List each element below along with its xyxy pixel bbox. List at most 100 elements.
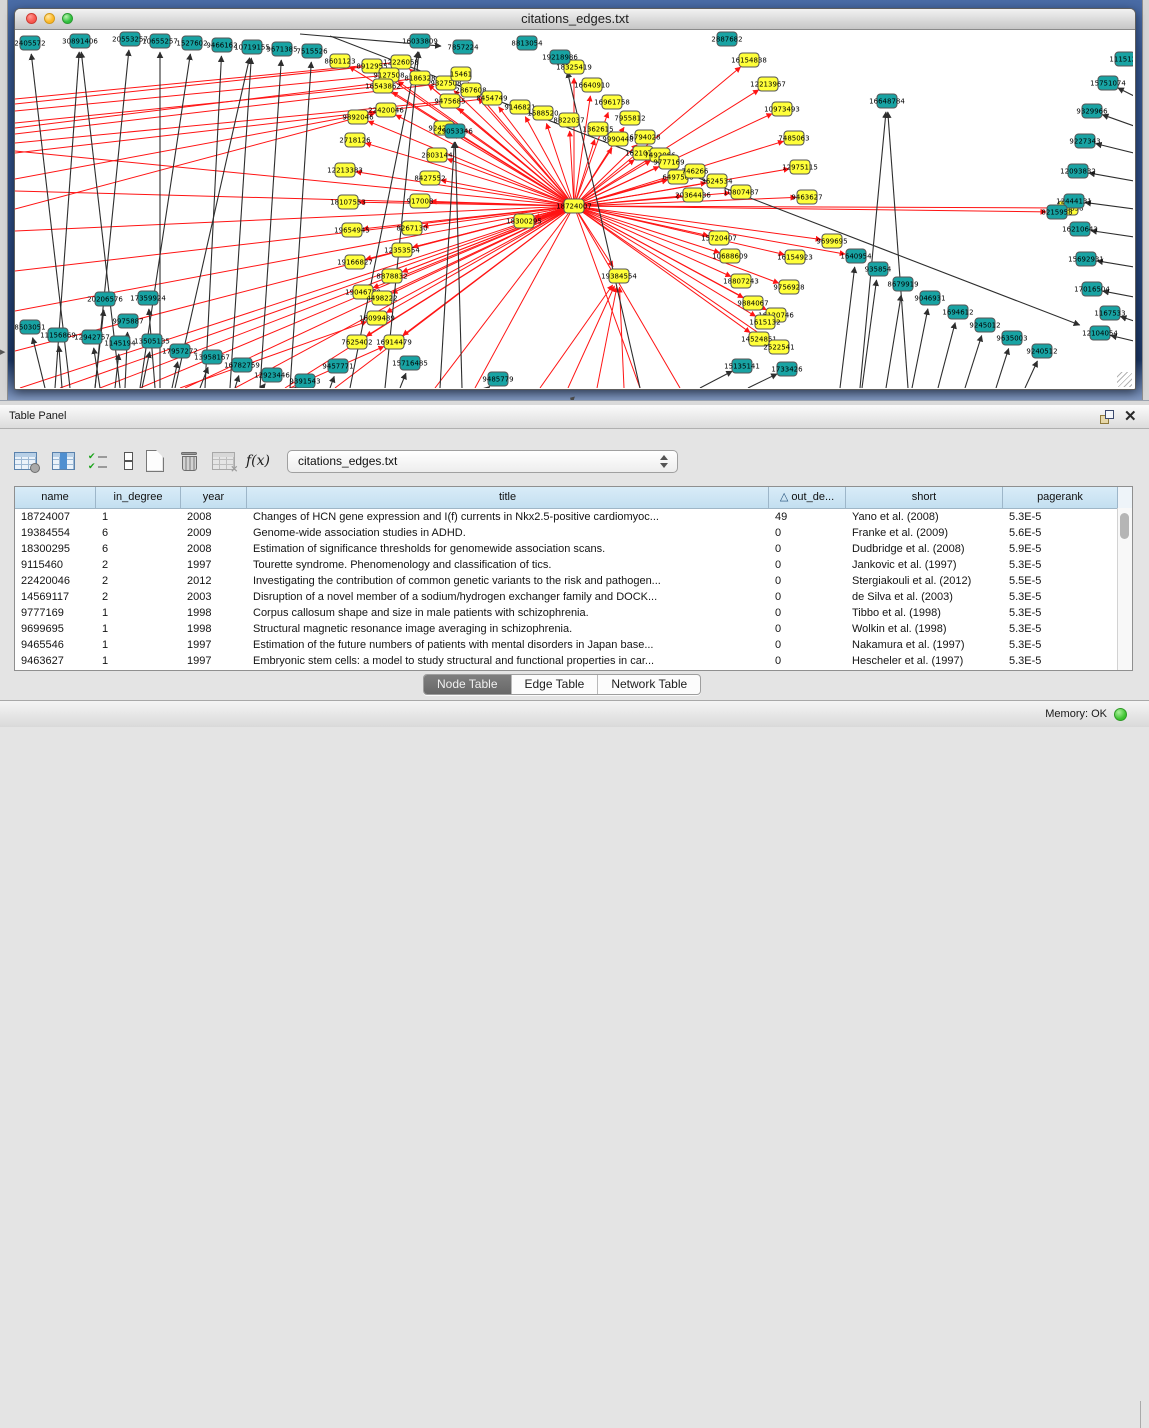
network-node[interactable]: 1694612: [942, 305, 973, 319]
column-header[interactable]: △out_de...: [769, 487, 846, 508]
network-node[interactable]: 9466162: [206, 38, 237, 52]
network-node[interactable]: 16961758: [594, 95, 630, 109]
network-node[interactable]: 9329966: [1076, 104, 1108, 118]
network-node[interactable]: 12923446: [254, 368, 290, 382]
network-node[interactable]: 15751074: [1090, 76, 1126, 90]
column-header[interactable]: title: [247, 487, 769, 508]
network-node[interactable]: 3624534: [701, 174, 733, 188]
table-row[interactable]: 946554611997Estimation of the future num…: [15, 637, 1132, 653]
network-node[interactable]: 917008: [407, 194, 434, 208]
network-node[interactable]: 19166827: [337, 255, 373, 269]
network-node[interactable]: 20364436: [675, 188, 711, 202]
network-node[interactable]: 10973493: [764, 102, 800, 116]
minimize-window-button[interactable]: [44, 13, 55, 24]
network-node[interactable]: 22420046: [368, 103, 404, 117]
citation-network-graph[interactable]: 1872400786011238912955122260589127508165…: [15, 30, 1133, 388]
network-node[interactable]: 19654945: [334, 223, 370, 237]
network-node[interactable]: 9227343: [1069, 134, 1100, 148]
network-node[interactable]: 20206576: [87, 292, 123, 306]
network-node[interactable]: 935854: [865, 262, 892, 276]
network-node[interactable]: 7625402: [341, 335, 372, 349]
close-window-button[interactable]: [26, 13, 37, 24]
table-row[interactable]: 2242004622012Investigating the contribut…: [15, 573, 1132, 589]
memory-status[interactable]: Memory: OK: [1045, 701, 1127, 727]
network-node[interactable]: 16640910: [574, 78, 610, 92]
network-node[interactable]: 16210643: [1062, 222, 1098, 236]
network-node[interactable]: 17957272: [162, 344, 198, 358]
table-row[interactable]: 1938455462009Genome-wide association stu…: [15, 525, 1132, 541]
network-node[interactable]: 9046931: [914, 291, 945, 305]
network-node[interactable]: 9671385: [266, 42, 297, 56]
network-node[interactable]: 12104054: [1082, 326, 1118, 340]
network-node[interactable]: 12226058: [383, 55, 419, 69]
network-node[interactable]: 13505135: [134, 334, 170, 348]
network-node[interactable]: 15716485: [392, 356, 428, 370]
close-panel-button[interactable]: ✕: [1124, 407, 1137, 426]
table-row[interactable]: 1456911722003Disruption of a novel membe…: [15, 589, 1132, 605]
network-node[interactable]: 15461: [450, 67, 472, 81]
window-titlebar[interactable]: citations_edges.txt: [15, 9, 1135, 30]
network-node[interactable]: 2803144: [421, 148, 453, 162]
panel-collapse-arrow-icon[interactable]: ▶: [0, 348, 5, 356]
network-node[interactable]: 12975115: [782, 160, 818, 174]
network-node[interactable]: 18807243: [723, 274, 759, 288]
scrollbar-thumb[interactable]: [1120, 513, 1129, 539]
network-node[interactable]: 12213967: [750, 77, 786, 91]
network-node[interactable]: 10688609: [712, 249, 748, 263]
network-node[interactable]: 15135141: [724, 359, 760, 373]
network-node[interactable]: 8601123: [324, 54, 355, 68]
network-node[interactable]: 10719155: [234, 40, 270, 54]
network-node[interactable]: 6794028: [629, 130, 660, 144]
network-node[interactable]: 9475685: [434, 94, 465, 108]
network-node[interactable]: 12093832: [1060, 164, 1096, 178]
network-node[interactable]: 7955812: [614, 111, 645, 125]
network-node[interactable]: 19384554: [601, 269, 637, 283]
network-node[interactable]: 15720407: [701, 231, 737, 245]
network-node[interactable]: 9975887: [112, 314, 143, 328]
table-row[interactable]: 1872400712008Changes of HCN gene express…: [15, 509, 1132, 525]
tab-edge-table[interactable]: Edge Table: [512, 675, 599, 694]
show-columns-button[interactable]: [50, 448, 80, 476]
network-node[interactable]: 12213383: [327, 163, 363, 177]
delete-column-button[interactable]: [176, 448, 206, 476]
network-node[interactable]: 2887682: [711, 32, 742, 46]
network-view-window[interactable]: citations_edges.txt 18724007860112389129…: [14, 8, 1136, 390]
network-node[interactable]: 16154923: [777, 250, 813, 264]
table-row[interactable]: 977716911998Corpus callosum shape and si…: [15, 605, 1132, 621]
network-node[interactable]: 16914479: [376, 335, 412, 349]
network-node[interactable]: 9245012: [969, 318, 1000, 332]
network-node[interactable]: 8679919: [887, 277, 918, 291]
network-node[interactable]: 8427552: [414, 171, 445, 185]
network-node[interactable]: 2718126: [339, 133, 371, 147]
network-node[interactable]: 1167533: [1094, 306, 1125, 320]
network-node[interactable]: 9635003: [996, 331, 1027, 345]
network-node[interactable]: 9699695: [816, 234, 847, 248]
network-node[interactable]: 7485063: [778, 131, 809, 145]
table-row[interactable]: 1830029562008Estimation of significance …: [15, 541, 1132, 557]
network-node[interactable]: 9756928: [773, 280, 804, 294]
select-all-columns-button[interactable]: ✔✔: [88, 448, 118, 476]
network-node[interactable]: 10807487: [723, 185, 759, 199]
column-header[interactable]: pagerank: [1003, 487, 1118, 508]
network-node[interactable]: 9485779: [482, 372, 513, 386]
network-node[interactable]: 12353554: [384, 243, 420, 257]
network-node[interactable]: 16154838: [731, 53, 767, 67]
network-node[interactable]: 16648784: [869, 94, 905, 108]
network-node[interactable]: 8813054: [511, 36, 543, 50]
function-builder-button[interactable]: f(x): [244, 448, 274, 476]
table-row[interactable]: 969969511998Structural magnetic resonanc…: [15, 621, 1132, 637]
network-canvas[interactable]: 1872400786011238912955122260589127508165…: [15, 30, 1133, 388]
window-resize-grip[interactable]: [1117, 372, 1132, 387]
create-new-column-button[interactable]: [142, 448, 172, 476]
network-node[interactable]: 9463627: [791, 190, 822, 204]
vertical-scrollbar[interactable]: [1117, 508, 1132, 670]
import-table-button[interactable]: ✕: [210, 448, 240, 476]
network-node[interactable]: 15692931: [1068, 252, 1104, 266]
float-panel-button[interactable]: [1100, 410, 1114, 424]
network-node[interactable]: 7857224: [447, 40, 479, 54]
network-node[interactable]: 18107553: [330, 195, 366, 209]
network-node[interactable]: 9240512: [1026, 344, 1057, 358]
zoom-window-button[interactable]: [62, 13, 73, 24]
network-node[interactable]: 1640954: [840, 249, 872, 263]
column-header[interactable]: name: [15, 487, 96, 508]
